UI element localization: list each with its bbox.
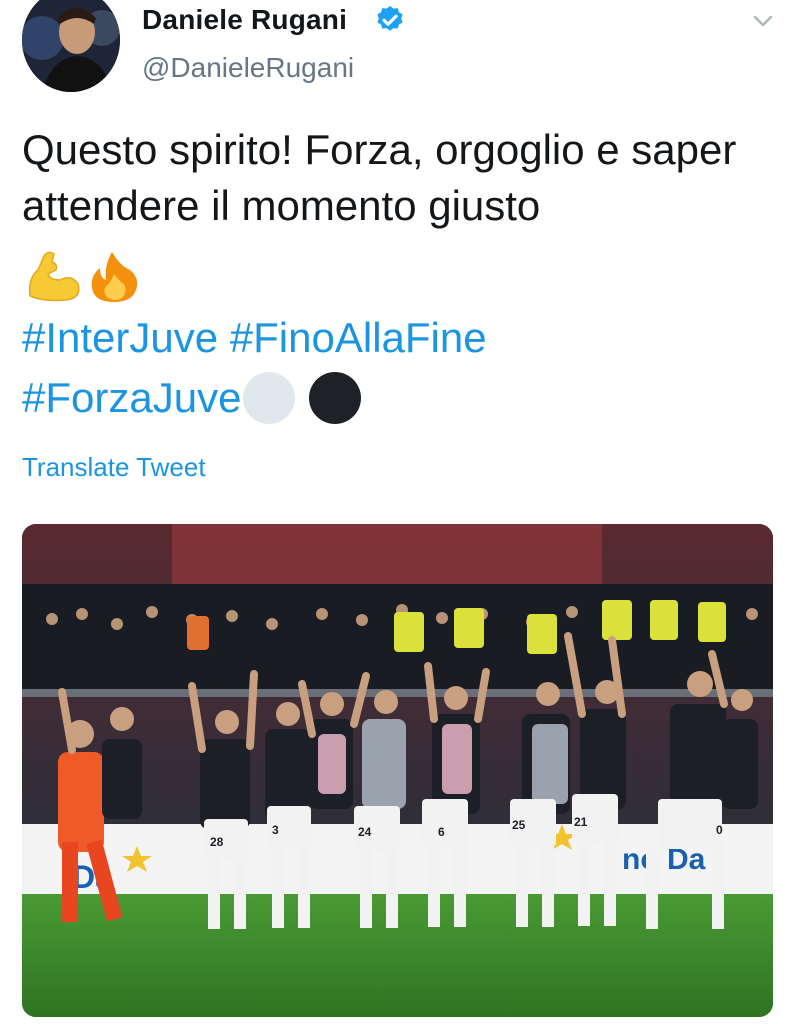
verified-badge-icon xyxy=(377,6,403,31)
display-name[interactable]: Daniele Rugani xyxy=(142,4,347,36)
jersey-number: 25 xyxy=(512,818,526,832)
jersey-number: 3 xyxy=(272,823,279,837)
team-photo: Da no Da 28 3 24 6 25 21 0 xyxy=(22,524,773,1017)
jersey-number: 21 xyxy=(574,815,588,829)
crowd xyxy=(22,584,773,694)
hashtags: #InterJuve #FinoAllaFine #ForzaJuve xyxy=(22,308,782,428)
hashtag-interjuve[interactable]: #InterJuve xyxy=(22,314,218,361)
tweet-text: Questo spirito! Forza, orgoglio e saper … xyxy=(22,126,737,229)
flexed-biceps-icon xyxy=(28,251,80,302)
jersey-number: 24 xyxy=(358,825,372,839)
jersey-number: 6 xyxy=(438,825,445,839)
black-circle-icon xyxy=(309,372,362,424)
chevron-down-icon[interactable] xyxy=(752,12,774,30)
jersey-number: 28 xyxy=(210,835,224,849)
jersey-number: 0 xyxy=(716,823,723,837)
stadium-seats xyxy=(172,524,602,584)
white-circle-icon xyxy=(243,372,296,424)
tweet-media-image[interactable]: Da no Da 28 3 24 6 25 21 0 xyxy=(22,524,773,1017)
avatar[interactable] xyxy=(22,0,120,92)
avatar-photo xyxy=(22,0,120,92)
translate-tweet-link[interactable]: Translate Tweet xyxy=(22,452,206,483)
hashtag-finoallafine[interactable]: #FinoAllaFine xyxy=(230,314,487,361)
fire-icon xyxy=(91,252,138,302)
user-handle[interactable]: @DanieleRugani xyxy=(142,52,354,84)
emoji-row xyxy=(24,248,144,304)
hashtag-forzajuve[interactable]: #ForzaJuve xyxy=(22,374,241,421)
